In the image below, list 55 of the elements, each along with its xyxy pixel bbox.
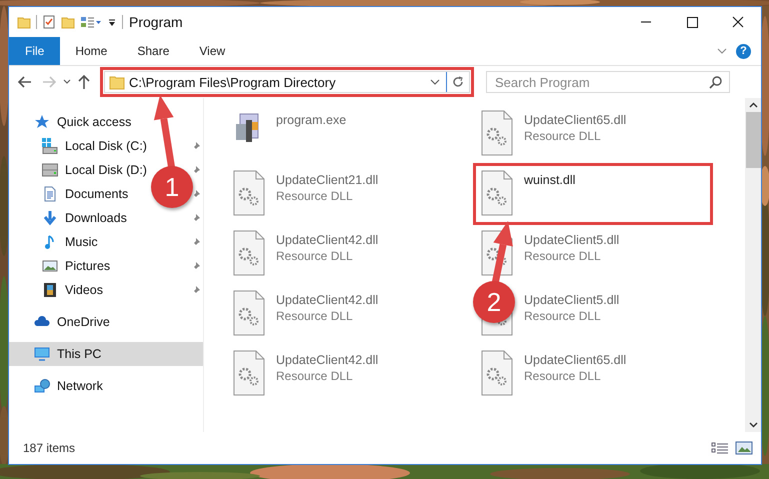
search-icon bbox=[709, 75, 723, 89]
nav-item[interactable]: Documents bbox=[9, 182, 132, 206]
folder-icon bbox=[109, 74, 125, 90]
nav-item[interactable]: Downloads bbox=[9, 206, 131, 230]
ribbon-tab[interactable]: Home bbox=[60, 37, 122, 65]
file-type: Resource DLL bbox=[276, 369, 354, 383]
file-name: UpdateClient5.dll bbox=[524, 293, 620, 307]
help-button[interactable]: ? bbox=[736, 44, 751, 58]
nav-item[interactable]: OneDrive bbox=[9, 310, 114, 334]
file-menu-button[interactable]: File bbox=[9, 37, 60, 65]
large-icons-view-icon[interactable] bbox=[735, 441, 753, 455]
file-type: Resource DLL bbox=[524, 309, 602, 323]
details-view-icon[interactable] bbox=[711, 441, 729, 455]
file-name: UpdateClient65.dll bbox=[524, 113, 626, 127]
nav-item[interactable]: Quick access bbox=[9, 110, 136, 134]
document-icon bbox=[42, 186, 58, 202]
drive-icon bbox=[42, 138, 58, 154]
film-icon bbox=[42, 282, 58, 298]
search-field[interactable]: Search Program bbox=[486, 71, 730, 93]
file-name: UpdateClient42.dll bbox=[276, 353, 378, 367]
scroll-thumb[interactable] bbox=[746, 112, 760, 168]
file-name: UpdateClient5.dll bbox=[524, 233, 620, 247]
file-type: Resource DLL bbox=[524, 129, 602, 143]
file-type: Resource DLL bbox=[524, 369, 602, 383]
monitor-icon bbox=[34, 346, 50, 362]
nav-item[interactable]: Local Disk (D:) bbox=[9, 158, 151, 182]
picture-icon bbox=[42, 258, 58, 274]
file-type: Resource DLL bbox=[276, 189, 354, 203]
properties-icon[interactable] bbox=[42, 15, 56, 29]
view-dropdown-icon[interactable] bbox=[80, 15, 102, 29]
file-type: Resource DLL bbox=[524, 249, 602, 263]
file-name: UpdateClient65.dll bbox=[524, 353, 626, 367]
file-name: UpdateClient42.dll bbox=[276, 233, 378, 247]
nav-item[interactable]: Videos bbox=[9, 278, 107, 302]
down-arrow-icon bbox=[42, 210, 58, 226]
file-name: program.exe bbox=[276, 113, 346, 127]
file-type: Resource DLL bbox=[276, 309, 354, 323]
drive-icon bbox=[42, 162, 58, 178]
nav-item[interactable]: Local Disk (C:) bbox=[9, 134, 151, 158]
ribbon-tab[interactable]: Share bbox=[122, 37, 184, 65]
highlighted-file-item[interactable]: wuinst.dll bbox=[474, 164, 712, 224]
item-count: 187 items bbox=[23, 441, 76, 455]
nav-item[interactable]: Pictures bbox=[9, 254, 114, 278]
nav-item[interactable]: Network bbox=[9, 374, 107, 398]
vertical-scrollbar[interactable] bbox=[745, 98, 761, 432]
file-name: wuinst.dll bbox=[524, 173, 576, 187]
nav-item[interactable]: Music bbox=[9, 230, 102, 254]
file-name: UpdateClient21.dll bbox=[276, 173, 378, 187]
network-icon bbox=[34, 378, 50, 394]
star-icon bbox=[34, 114, 50, 130]
file-name: UpdateClient42.dll bbox=[276, 293, 378, 307]
file-type: Resource DLL bbox=[276, 249, 354, 263]
nav-item[interactable]: This PC bbox=[9, 342, 203, 366]
window-title: Program bbox=[129, 14, 184, 30]
ribbon-tab[interactable]: View bbox=[184, 37, 240, 65]
